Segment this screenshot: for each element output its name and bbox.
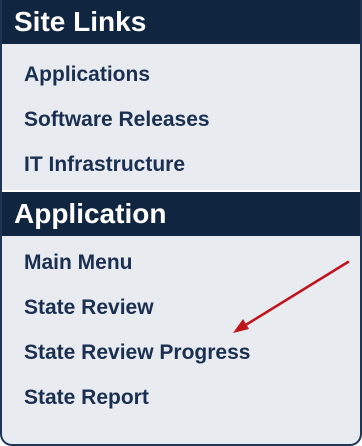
section-header-site-links: Site Links [2,0,360,44]
nav-link-it-infrastructure[interactable]: IT Infrastructure [2,142,360,187]
nav-link-state-review[interactable]: State Review [2,285,360,330]
section-header-application: Application [2,190,360,236]
nav-link-state-report[interactable]: State Report [2,375,360,420]
nav-link-main-menu[interactable]: Main Menu [2,240,360,285]
nav-link-state-review-progress[interactable]: State Review Progress [2,330,360,375]
application-links-list: Main Menu State Review State Review Prog… [2,240,360,420]
nav-link-software-releases[interactable]: Software Releases [2,97,360,142]
site-links-list: Applications Software Releases IT Infras… [2,52,360,187]
nav-link-applications[interactable]: Applications [2,52,360,97]
side-navigation-panel: Site Links Applications Software Release… [0,0,362,446]
